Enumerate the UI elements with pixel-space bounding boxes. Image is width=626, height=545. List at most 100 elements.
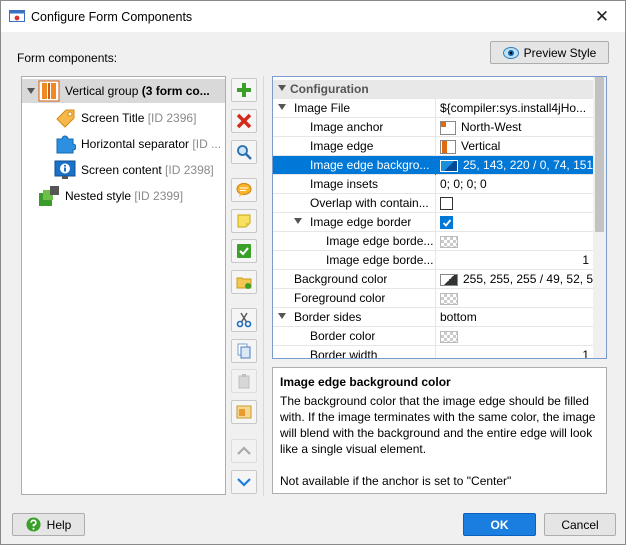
- tree-item-suffix: (3 form co...: [138, 84, 210, 98]
- property-value: bottom: [440, 310, 477, 324]
- color-swatch: [440, 159, 458, 172]
- note-button[interactable]: [231, 209, 257, 233]
- overlap-checkbox[interactable]: [440, 197, 453, 210]
- tree-item-label: Horizontal separator: [81, 137, 190, 151]
- collapse-arrow-icon[interactable]: [294, 218, 302, 224]
- property-row-foreground-color[interactable]: Foreground color: [273, 289, 593, 308]
- property-name: Border sides: [294, 310, 362, 324]
- property-name: Border color: [310, 329, 376, 343]
- ok-button[interactable]: OK: [463, 513, 536, 536]
- image-icon: [236, 405, 252, 419]
- anchor-north-west-icon: [440, 120, 456, 135]
- image-button[interactable]: [231, 400, 257, 424]
- vertical-edge-icon: [440, 139, 456, 154]
- property-row-image-edge[interactable]: Image edge Vertical: [273, 137, 593, 156]
- transparent-swatch: [440, 235, 458, 248]
- collapse-arrow-icon[interactable]: [278, 85, 286, 91]
- copy-button[interactable]: [231, 339, 257, 363]
- transparent-swatch: [440, 292, 458, 305]
- app-icon: [9, 9, 25, 24]
- property-name: Overlap with contain...: [310, 196, 429, 210]
- panel-divider[interactable]: [263, 76, 264, 496]
- move-down-button[interactable]: [231, 470, 257, 494]
- property-description: Image edge background color The backgrou…: [272, 367, 607, 494]
- delete-x-icon: [236, 113, 252, 129]
- property-row-image-file[interactable]: Image File ${compiler:sys.install4jHo...: [273, 99, 593, 118]
- validate-button[interactable]: [231, 239, 257, 263]
- collapse-arrow-icon[interactable]: [24, 88, 38, 94]
- property-row-border-sides[interactable]: Border sides bottom: [273, 308, 593, 327]
- window-title: Configure Form Components: [31, 9, 193, 24]
- dialog-window: Configure Form Components ✕ Form compone…: [0, 0, 626, 545]
- preview-style-label: Preview Style: [523, 45, 597, 60]
- tree-item-screen-title[interactable]: Screen Title [ID 2396]: [22, 106, 225, 130]
- sticky-note-icon: [237, 214, 251, 228]
- tree-item-label: Screen content: [81, 163, 162, 177]
- collapse-arrow-icon[interactable]: [278, 104, 286, 110]
- cut-button[interactable]: [231, 308, 257, 332]
- property-row-image-anchor[interactable]: Image anchor North-West: [273, 118, 593, 137]
- info-icon: [54, 159, 76, 181]
- comment-button[interactable]: [231, 178, 257, 202]
- help-icon: [26, 517, 41, 532]
- property-row-image-edge-border-color[interactable]: Image edge borde...: [273, 232, 593, 251]
- form-components-label: Form components:: [17, 51, 118, 65]
- paste-button[interactable]: [231, 369, 257, 393]
- tree-item-nested-style[interactable]: Nested style [ID 2399]: [22, 184, 225, 208]
- tree-item-screen-content[interactable]: Screen content [ID 2398]: [22, 158, 225, 182]
- category-row-configuration[interactable]: Configuration: [273, 80, 593, 99]
- scrollbar-thumb[interactable]: [595, 77, 604, 232]
- clipboard-icon: [238, 374, 250, 389]
- property-value: 255, 255, 255 / 49, 52, 53: [463, 272, 593, 286]
- image-edge-border-checkbox[interactable]: [440, 216, 453, 229]
- property-name: Image insets: [310, 177, 379, 191]
- folder-icon: [236, 277, 252, 289]
- close-icon[interactable]: ✕: [579, 1, 625, 32]
- property-value: 25, 143, 220 / 0, 74, 151: [463, 158, 593, 172]
- property-row-border-color[interactable]: Border color: [273, 327, 593, 346]
- eye-icon: [502, 46, 519, 59]
- tag-icon: [54, 107, 76, 129]
- property-row-image-edge-border-width[interactable]: Image edge borde... 1: [273, 251, 593, 270]
- property-name: Image edge borde...: [326, 234, 434, 248]
- move-up-button[interactable]: [231, 439, 257, 463]
- folder-button[interactable]: [231, 270, 257, 294]
- property-row-image-insets[interactable]: Image insets 0; 0; 0; 0: [273, 175, 593, 194]
- search-component-button[interactable]: [231, 140, 257, 164]
- property-scrollbar[interactable]: [593, 77, 606, 358]
- preview-style-button[interactable]: Preview Style: [490, 41, 609, 64]
- property-sheet[interactable]: Configuration Image File ${compiler:sys.…: [272, 76, 607, 359]
- collapse-arrow-icon[interactable]: [278, 313, 286, 319]
- description-title: Image edge background color: [280, 375, 451, 389]
- color-swatch: [440, 273, 458, 286]
- property-row-border-width[interactable]: Border width 1: [273, 346, 593, 358]
- tree-item-id: [ID 2396]: [144, 111, 197, 125]
- property-name: Image edge borde...: [326, 253, 434, 267]
- form-components-tree[interactable]: Vertical group (3 form co... Screen Titl…: [21, 76, 226, 495]
- scissors-icon: [236, 312, 252, 328]
- puzzle-icon: [54, 133, 76, 155]
- property-name: Image File: [294, 101, 351, 115]
- help-button[interactable]: Help: [12, 513, 85, 536]
- tree-item-id: [ID 2398]: [161, 163, 214, 177]
- description-note: Not available if the anchor is set to "C…: [280, 474, 512, 488]
- property-row-background-color[interactable]: Background color 255, 255, 255 / 49, 52,…: [273, 270, 593, 289]
- delete-component-button[interactable]: [231, 109, 257, 133]
- tree-item-label: Vertical group: [65, 84, 139, 98]
- tree-item-vertical-group[interactable]: Vertical group (3 form co...: [22, 79, 225, 103]
- property-row-image-edge-background[interactable]: Image edge backgro... 25, 143, 220 / 0, …: [273, 156, 593, 175]
- plus-icon: [237, 83, 251, 97]
- add-component-button[interactable]: [231, 78, 257, 102]
- property-name: Background color: [294, 272, 388, 286]
- cancel-button[interactable]: Cancel: [544, 513, 616, 536]
- tree-item-horizontal-separator[interactable]: Horizontal separator [ID ...: [22, 132, 225, 156]
- property-row-image-edge-border[interactable]: Image edge border: [273, 213, 593, 232]
- tree-item-id: [ID 2399]: [131, 189, 184, 203]
- transparent-swatch: [440, 330, 458, 343]
- property-name: Image edge border: [310, 215, 412, 229]
- title-bar: Configure Form Components ✕: [1, 1, 625, 32]
- property-value: Vertical: [461, 139, 501, 153]
- chevron-up-icon: [237, 446, 251, 455]
- property-value: 0; 0; 0; 0: [440, 177, 487, 191]
- property-row-overlap[interactable]: Overlap with contain...: [273, 194, 593, 213]
